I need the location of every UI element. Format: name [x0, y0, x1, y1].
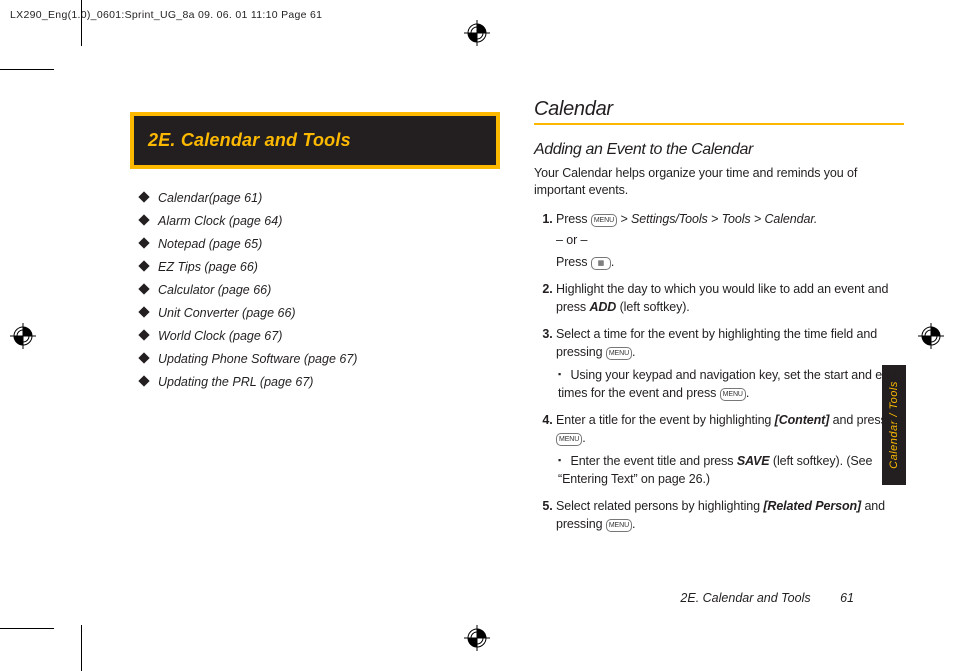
field-label: [Content]	[775, 413, 830, 427]
step-text: Press	[556, 255, 591, 269]
steps-list: Press MENU > Settings/Tools > Tools > Ca…	[534, 211, 904, 534]
step-text: Press	[556, 212, 591, 226]
print-header-line: LX290_Eng(1.0)_0601:Sprint_UG_8a 09. 06.…	[10, 9, 322, 21]
toc-item-label: Updating the PRL (page 67)	[158, 375, 313, 389]
menu-key-icon: MENU	[556, 433, 582, 446]
menu-key-icon: MENU	[591, 214, 617, 227]
step-text: Select a time for the event by highlight…	[556, 327, 877, 359]
page-footer: 2E. Calendar and Tools 61	[680, 591, 854, 605]
step-text: .	[746, 386, 749, 400]
crop-mark	[81, 0, 82, 46]
toc-item-label: Unit Converter (page 66)	[158, 306, 296, 320]
toc-item: Calendar(page 61)	[140, 191, 500, 205]
or-separator: – or –	[556, 232, 904, 250]
toc-item: Updating Phone Software (page 67)	[140, 352, 500, 366]
step-text: Enter a title for the event by highlight…	[556, 413, 775, 427]
diamond-bullet-icon	[138, 352, 149, 363]
sub-bullets: Enter the event title and press SAVE (le…	[556, 453, 904, 488]
toc-item: Alarm Clock (page 64)	[140, 214, 500, 228]
diamond-bullet-icon	[138, 214, 149, 225]
right-column: Calendar Adding an Event to the Calendar…	[534, 98, 904, 611]
step-text: (left softkey).	[616, 300, 689, 314]
toc-item: Unit Converter (page 66)	[140, 306, 500, 320]
crop-mark	[81, 625, 82, 671]
left-column: 2E. Calendar and Tools Calendar(page 61)…	[130, 98, 500, 611]
menu-key-icon: MENU	[606, 347, 632, 360]
diamond-bullet-icon	[138, 306, 149, 317]
step-alt-line: Press ▦.	[556, 254, 904, 272]
registration-mark-icon	[464, 625, 490, 651]
step-text: .	[632, 345, 635, 359]
toc-item: Notepad (page 65)	[140, 237, 500, 251]
section-title: 2E. Calendar and Tools	[148, 130, 482, 151]
diamond-bullet-icon	[138, 329, 149, 340]
section-title-box: 2E. Calendar and Tools	[130, 112, 500, 169]
footer-section-title: 2E. Calendar and Tools	[680, 591, 810, 605]
step-item: Press MENU > Settings/Tools > Tools > Ca…	[556, 211, 904, 272]
toc-item: Updating the PRL (page 67)	[140, 375, 500, 389]
crop-mark	[0, 69, 54, 70]
toc-item-label: World Clock (page 67)	[158, 329, 282, 343]
toc-item-label: Alarm Clock (page 64)	[158, 214, 282, 228]
step-item: Select related persons by highlighting […	[556, 498, 904, 533]
menu-path: > Settings/Tools > Tools > Calendar.	[617, 212, 817, 226]
page-title: Calendar	[534, 98, 904, 125]
diamond-bullet-icon	[138, 283, 149, 294]
step-text: Select related persons by highlighting	[556, 499, 763, 513]
step-item: Select a time for the event by highlight…	[556, 326, 904, 402]
step-text: Enter the event title and press	[570, 454, 736, 468]
step-text: .	[632, 517, 635, 531]
calendar-key-icon: ▦	[591, 257, 611, 270]
registration-mark-icon	[918, 323, 944, 349]
crop-mark	[0, 628, 54, 629]
registration-mark-icon	[10, 323, 36, 349]
sub-bullet-item: Enter the event title and press SAVE (le…	[558, 453, 904, 488]
page-subtitle: Adding an Event to the Calendar	[534, 141, 904, 159]
sub-bullet-item: Using your keypad and navigation key, se…	[558, 367, 904, 402]
diamond-bullet-icon	[138, 237, 149, 248]
step-item: Highlight the day to which you would lik…	[556, 281, 904, 316]
field-label: [Related Person]	[763, 499, 861, 513]
diamond-bullet-icon	[138, 375, 149, 386]
page-number: 61	[840, 591, 854, 605]
toc-item-label: Notepad (page 65)	[158, 237, 262, 251]
toc-item-label: Calculator (page 66)	[158, 283, 271, 297]
step-text: .	[611, 255, 614, 269]
softkey-label: SAVE	[737, 454, 770, 468]
step-text: and pressing	[829, 413, 903, 427]
table-of-contents: Calendar(page 61) Alarm Clock (page 64) …	[130, 191, 500, 389]
step-text: .	[582, 431, 585, 445]
toc-item: Calculator (page 66)	[140, 283, 500, 297]
softkey-label: ADD	[589, 300, 616, 314]
toc-item-label: EZ Tips (page 66)	[158, 260, 258, 274]
toc-item-label: Calendar(page 61)	[158, 191, 262, 205]
toc-item: EZ Tips (page 66)	[140, 260, 500, 274]
menu-key-icon: MENU	[720, 388, 746, 401]
menu-key-icon: MENU	[606, 519, 632, 532]
diamond-bullet-icon	[138, 191, 149, 202]
registration-mark-icon	[464, 20, 490, 46]
toc-item: World Clock (page 67)	[140, 329, 500, 343]
sub-bullets: Using your keypad and navigation key, se…	[556, 367, 904, 402]
diamond-bullet-icon	[138, 260, 149, 271]
intro-paragraph: Your Calendar helps organize your time a…	[534, 165, 904, 199]
step-item: Enter a title for the event by highlight…	[556, 412, 904, 488]
toc-item-label: Updating Phone Software (page 67)	[158, 352, 357, 366]
